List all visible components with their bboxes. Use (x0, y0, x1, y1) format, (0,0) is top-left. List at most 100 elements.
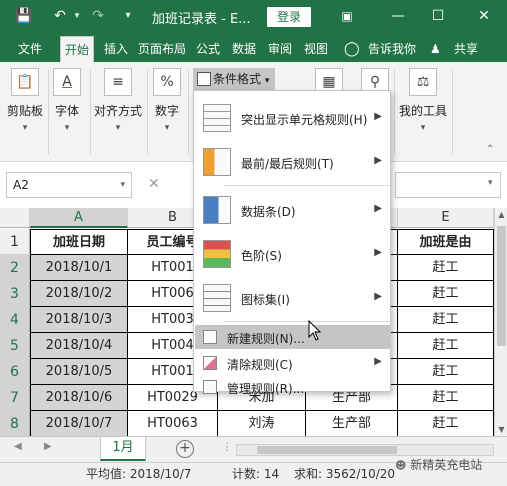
cancel-icon[interactable]: ✕ (138, 172, 188, 198)
menu-item-color-scales[interactable]: 色阶(S) ▶ (195, 235, 390, 273)
tab-review[interactable]: 审阅 (264, 36, 296, 62)
tell-me-search[interactable]: 告诉我你 (364, 36, 420, 62)
collapse-ribbon-icon[interactable]: ⌃ (486, 144, 494, 155)
column-header-e[interactable]: E (398, 208, 494, 228)
reason-cell[interactable]: 赶工 (398, 307, 494, 333)
menu-item-label: 色阶(S) (241, 249, 282, 263)
scroll-thumb[interactable] (497, 226, 506, 346)
menu-item-highlight-rules[interactable]: 突出显示单元格规则(H) ▶ (195, 99, 390, 137)
tab-split-handle[interactable]: ⋮ (222, 442, 232, 453)
expand-formula-icon[interactable]: ▾ (488, 178, 493, 188)
scroll-thumb[interactable] (257, 446, 397, 454)
row-header[interactable]: 6 (0, 359, 30, 385)
my-tools-group[interactable]: ⚖ 我的工具 ▾ (398, 68, 448, 133)
reason-cell[interactable]: 赶工 (398, 359, 494, 385)
mouse-cursor-icon (308, 320, 322, 341)
name-cell[interactable]: 刘涛 (218, 411, 306, 436)
menu-item-icon-sets[interactable]: 图标集(I) ▶ (195, 279, 390, 317)
reason-cell[interactable]: 赶工 (398, 255, 494, 281)
formula-input[interactable] (395, 172, 501, 198)
chevron-down-icon: ▾ (164, 123, 170, 133)
alignment-label: 对齐方式 (93, 104, 142, 118)
tab-insert[interactable]: 插入 (100, 36, 132, 62)
ribbon-tabs: 文件 开始 插入 页面布局 公式 数据 审阅 视图 ◯ 告诉我你 ♟ 共享 (0, 34, 507, 62)
new-rule-icon (203, 330, 217, 344)
lightbulb-icon: ◯ (344, 41, 360, 57)
color-scales-icon (203, 240, 231, 268)
close-icon[interactable]: ✕ (474, 6, 494, 26)
title-bar: 💾 ↶ ▾ ↷ ▾ 加班记录表 - E... 登录 ▣ — ☐ ✕ (0, 0, 507, 34)
name-box-value: A2 (13, 178, 29, 192)
tab-data[interactable]: 数据 (228, 36, 260, 62)
header-cell-date[interactable]: 加班日期 (30, 229, 128, 255)
horizontal-scrollbar[interactable] (236, 444, 494, 456)
maximize-icon[interactable]: ☐ (428, 6, 448, 26)
reason-cell[interactable]: 赶工 (398, 385, 494, 411)
conditional-format-button[interactable]: 条件格式 ▾ (193, 68, 275, 90)
header-cell-reason[interactable]: 加班是由 (398, 229, 494, 255)
login-button[interactable]: 登录 (267, 7, 311, 27)
vertical-scrollbar[interactable]: ▲ ▼ (494, 208, 507, 436)
date-cell[interactable]: 2018/10/1 (30, 255, 128, 281)
customize-qat-icon[interactable]: ▾ (120, 6, 136, 26)
date-cell[interactable]: 2018/10/6 (30, 385, 128, 411)
reason-cell[interactable]: 赶工 (398, 333, 494, 359)
chevron-down-icon: ▾ (115, 123, 121, 133)
name-box[interactable]: A2 ▾ (6, 172, 132, 198)
reason-cell[interactable]: 赶工 (398, 411, 494, 436)
scroll-up-icon[interactable]: ▲ (495, 210, 507, 219)
conditional-format-label: 条件格式 (213, 72, 262, 86)
column-header-a[interactable]: A (30, 208, 128, 228)
menu-item-manage-rules[interactable]: 管理规则(R)... (195, 375, 390, 399)
chevron-right-icon: ▶ (374, 291, 382, 302)
redo-icon[interactable]: ↷ (88, 6, 108, 26)
date-cell[interactable]: 2018/10/4 (30, 333, 128, 359)
minimize-icon[interactable]: — (388, 6, 408, 26)
menu-item-new-rule[interactable]: 新建规则(N)... (195, 325, 390, 349)
date-cell[interactable]: 2018/10/2 (30, 281, 128, 307)
row-header[interactable]: 1 (0, 229, 30, 255)
share-button[interactable]: 共享 (450, 36, 482, 62)
sheet-tab-january[interactable]: 1月 (100, 437, 146, 461)
chevron-right-icon: ▶ (374, 356, 382, 367)
tab-file[interactable]: 文件 (14, 36, 46, 62)
ribbon-display-icon[interactable]: ▣ (337, 6, 357, 26)
row-header[interactable]: 5 (0, 333, 30, 359)
undo-dropdown-icon[interactable]: ▾ (72, 6, 82, 26)
sheet-next-icon[interactable]: ▶ (44, 441, 52, 452)
date-cell[interactable]: 2018/10/5 (30, 359, 128, 385)
alignment-group[interactable]: ≡ 对齐方式 ▾ (92, 68, 144, 133)
share-icon: ♟ (430, 42, 441, 56)
row-header[interactable]: 2 (0, 255, 30, 281)
tab-home[interactable]: 开始 (60, 36, 95, 62)
date-cell[interactable]: 2018/10/3 (30, 307, 128, 333)
reason-cell[interactable]: 赶工 (398, 281, 494, 307)
row-header[interactable]: 7 (0, 385, 30, 411)
ribbon-divider (90, 70, 91, 154)
scale-icon: ⚖ (409, 68, 437, 96)
scroll-down-icon[interactable]: ▼ (495, 425, 507, 434)
menu-item-data-bars[interactable]: 数据条(D) ▶ (195, 191, 390, 229)
align-icon: ≡ (104, 68, 132, 96)
font-group[interactable]: A 字体 ▾ (44, 68, 90, 133)
row-header[interactable]: 4 (0, 307, 30, 333)
tab-page-layout[interactable]: 页面布局 (134, 36, 190, 62)
clipboard-group[interactable]: 📋 剪贴板 ▾ (2, 68, 48, 133)
row-header[interactable]: 3 (0, 281, 30, 307)
employee-id-cell[interactable]: HT0063 (128, 411, 218, 436)
menu-item-top-bottom-rules[interactable]: 最前/最后规则(T) ▶ (195, 143, 390, 181)
number-group[interactable]: % 数字 ▾ (144, 68, 190, 133)
menu-item-clear-rules[interactable]: 清除规则(C) ▶ (195, 351, 390, 375)
department-cell[interactable]: 生产部 (306, 411, 398, 436)
date-cell[interactable]: 2018/10/7 (30, 411, 128, 436)
menu-separator (224, 321, 390, 322)
save-icon[interactable]: 💾 (14, 6, 34, 26)
tab-view[interactable]: 视图 (300, 36, 332, 62)
add-sheet-icon[interactable]: + (176, 440, 194, 458)
sheet-prev-icon[interactable]: ◀ (14, 441, 22, 452)
select-all-corner[interactable] (0, 208, 30, 228)
menu-item-label: 最前/最后规则(T) (241, 157, 334, 171)
row-header[interactable]: 8 (0, 411, 30, 436)
tab-formulas[interactable]: 公式 (192, 36, 224, 62)
undo-icon[interactable]: ↶ (50, 6, 70, 26)
